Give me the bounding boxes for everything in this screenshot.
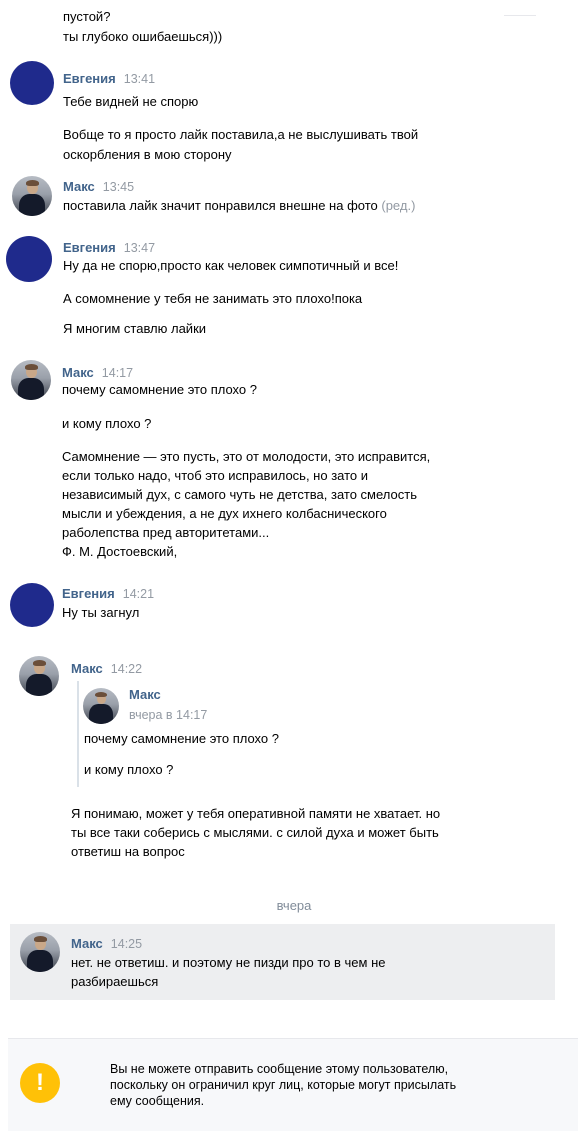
message-header: Макс 14:25 — [71, 936, 142, 951]
message-text: пустой? — [63, 9, 111, 24]
avatar-maks[interactable] — [11, 360, 51, 400]
sender-name[interactable]: Макс — [62, 365, 94, 380]
message-header: Евгения 13:47 — [63, 240, 155, 255]
message-text: Ну ты загнул — [62, 605, 140, 620]
message-text: Ну да не спорю,просто как человек симпот… — [63, 258, 399, 273]
forwarded-sender: Макс — [129, 687, 161, 702]
forwarded-text: почему самомнение это плохо ? — [84, 731, 279, 746]
day-separator: вчера — [276, 898, 312, 913]
message-text: Я многим ставлю лайки — [63, 321, 207, 336]
message-header: Евгения 14:21 — [62, 586, 154, 601]
forwarded-avatar-maks[interactable] — [83, 688, 119, 724]
message-time[interactable]: 13:45 — [103, 180, 134, 194]
sender-name[interactable]: Макс — [71, 661, 103, 676]
message-time[interactable]: 14:21 — [123, 587, 154, 601]
message-text: независимый дух, с самого чуть не детств… — [62, 487, 417, 502]
message-header: Макс 14:17 — [62, 365, 133, 380]
message-text: А сомомнение у тебя не занимать это плох… — [63, 291, 363, 306]
message-text: мысли и убеждения, а не дух ихнего колба… — [62, 506, 387, 521]
message-text: почему самомнение это плохо ? — [62, 382, 257, 397]
notice-line: Вы не можете отправить сообщение этому п… — [110, 1062, 449, 1076]
avatar-maks[interactable] — [20, 932, 60, 972]
warning-icon: ! — [20, 1063, 60, 1103]
sender-name[interactable]: Евгения — [63, 240, 116, 255]
sender-name[interactable]: Макс — [63, 179, 95, 194]
message-text: ты все таки соберись с мыслями. с силой … — [71, 825, 439, 840]
message-time[interactable]: 14:22 — [111, 662, 142, 676]
top-divider — [504, 15, 536, 16]
message-body: поставила лайк значит понравился внешне … — [63, 198, 378, 213]
sender-name[interactable]: Евгения — [62, 586, 115, 601]
forwarded-text: и кому плохо ? — [84, 762, 174, 777]
message-time[interactable]: 13:41 — [124, 72, 155, 86]
message-text: ты глубоко ошибаешься))) — [63, 29, 223, 44]
message-time[interactable]: 14:25 — [111, 937, 142, 951]
message-text: нет. не ответиш. и поэтому не пизди про … — [71, 955, 386, 970]
message-time[interactable]: 13:47 — [124, 241, 155, 255]
message-text: Ф. М. Достоевский, — [62, 544, 178, 559]
message-text: раболепства пред авторитетами... — [62, 525, 270, 540]
forwarded-bar — [77, 681, 79, 787]
sender-name[interactable]: Евгения — [63, 71, 116, 86]
message-header: Макс 13:45 — [63, 179, 134, 194]
avatar-evgenia[interactable] — [10, 583, 54, 627]
message-text: Я понимаю, может у тебя оперативной памя… — [71, 806, 441, 821]
avatar-evgenia[interactable] — [6, 236, 52, 282]
message-text: поставила лайк значит понравился внешне … — [63, 196, 415, 216]
message-text: и кому плохо ? — [62, 416, 152, 431]
message-text: Вобще то я просто лайк поставила,а не вы… — [63, 127, 419, 142]
notice-text: Вы не можете отправить сообщение этому п… — [110, 1061, 456, 1109]
message-text: Самомнение — это пусть, это от молодости… — [62, 449, 431, 464]
edited-label: (ред.) — [381, 198, 416, 213]
message-text: Тебе видней не спорю — [63, 94, 199, 109]
forwarded-time[interactable]: вчера в 14:17 — [129, 708, 207, 722]
message-text: если только надо, чтоб это исправилось, … — [62, 468, 369, 483]
message-time[interactable]: 14:17 — [102, 366, 133, 380]
avatar-evgenia[interactable] — [10, 61, 54, 105]
notice-line: ему сообщения. — [110, 1094, 205, 1108]
avatar-maks[interactable] — [19, 656, 59, 696]
forwarded-sender-name[interactable]: Макс — [129, 687, 161, 702]
message-header: Евгения 13:41 — [63, 71, 155, 86]
message-text: ответиш на вопрос — [71, 844, 185, 859]
message-header: Макс 14:22 — [71, 661, 142, 676]
avatar-maks[interactable] — [12, 176, 52, 216]
sender-name[interactable]: Макс — [71, 936, 103, 951]
notice-line: поскольку он ограничил круг лиц, которые… — [110, 1078, 457, 1092]
message-text: оскорбления в мою сторону — [63, 147, 232, 162]
message-text: разбираешься — [71, 974, 159, 989]
